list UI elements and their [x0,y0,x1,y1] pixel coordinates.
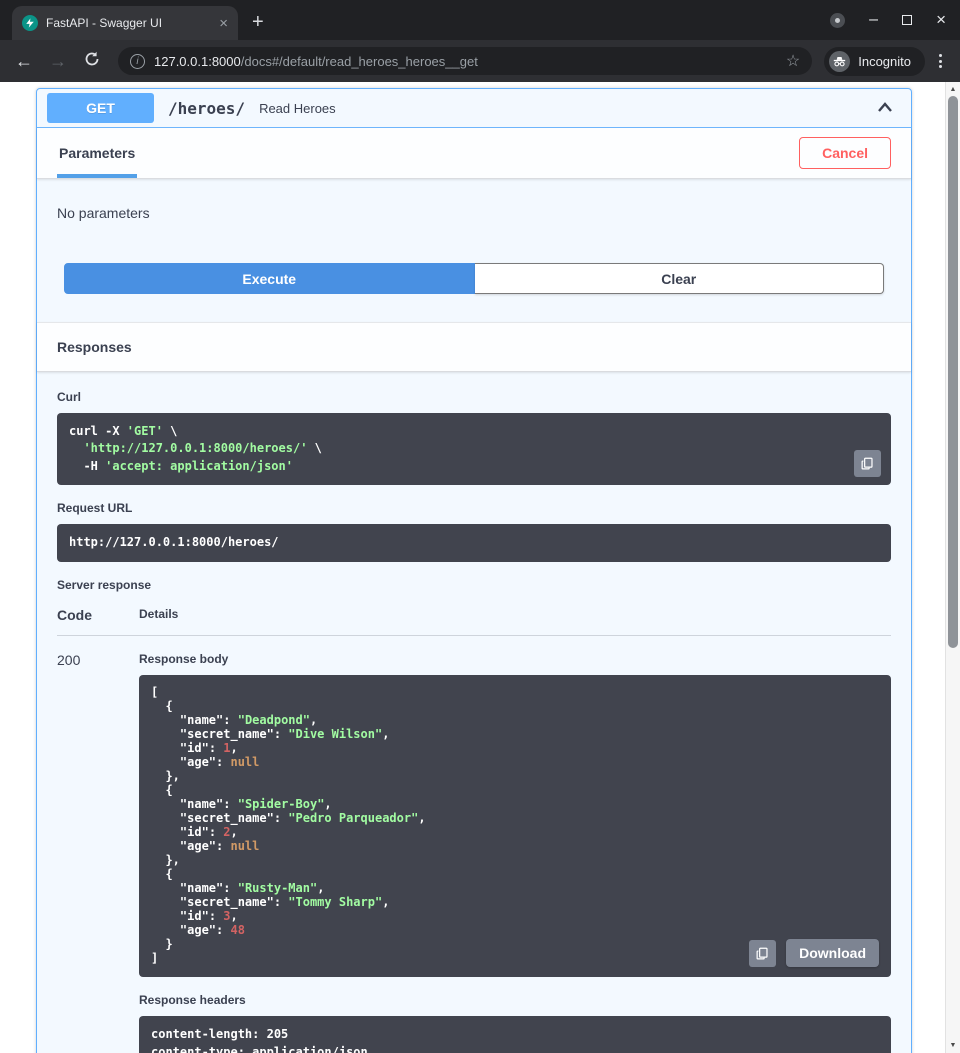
page-scrollbar[interactable]: ▲ ▼ [945,82,960,1053]
browser-tab[interactable]: FastAPI - Swagger UI × [12,6,238,40]
endpoint-summary: Read Heroes [259,101,855,116]
code-column-header: Code [57,607,139,623]
reload-icon[interactable] [78,51,106,72]
site-info-icon[interactable]: i [130,54,145,69]
forward-icon[interactable]: → [44,51,72,72]
tab-close-icon[interactable]: × [219,16,228,31]
address-bar[interactable]: i 127.0.0.1:8000/docs#/default/read_hero… [118,47,812,75]
status-code: 200 [57,652,139,1053]
responses-title: Responses [57,339,132,355]
method-badge: GET [47,93,154,123]
request-url-label: Request URL [57,501,891,515]
responses-table-header: Code Details [57,601,891,636]
url-host: 127.0.0.1:8000 [154,54,241,69]
curl-label: Curl [57,390,891,404]
fastapi-favicon-icon [22,15,38,31]
collapse-chevron-icon[interactable] [869,98,901,118]
clear-button[interactable]: Clear [475,263,885,294]
download-button[interactable]: Download [786,939,879,967]
window-controls: – × [830,0,946,40]
browser-menu-icon[interactable] [931,54,950,68]
responses-body: Curl curl -X 'GET' \ 'http://127.0.0.1:8… [37,372,911,1053]
parameters-title: Parameters [57,128,137,178]
opblock-summary[interactable]: GET /heroes/ Read Heroes [37,89,911,128]
response-body-actions: Download [749,939,879,967]
responses-table: Code Details 200 Response body [ { "name… [57,601,891,1053]
minimize-button[interactable]: – [869,11,878,29]
copy-response-button[interactable] [749,940,776,967]
incognito-icon [829,51,850,72]
curl-block: curl -X 'GET' \ 'http://127.0.0.1:8000/h… [57,413,891,485]
new-tab-button[interactable]: + [252,12,264,32]
details-column-header: Details [139,607,891,623]
curl-code-text: curl -X 'GET' \ 'http://127.0.0.1:8000/h… [69,423,879,475]
parameters-header: Parameters Cancel [37,128,911,179]
media-controls-icon[interactable] [830,13,845,28]
request-url-text: http://127.0.0.1:8000/heroes/ [69,534,879,551]
url-path: /docs#/default/read_heroes_heroes__get [241,54,478,69]
response-body-label: Response body [139,652,891,666]
endpoint-path: /heroes/ [168,99,245,118]
copy-curl-button[interactable] [854,450,881,477]
response-headers-text: content-length: 205 content-type: applic… [151,1026,879,1053]
window-close-button[interactable]: × [936,10,946,30]
incognito-label: Incognito [858,54,911,69]
opblock-get-heroes: GET /heroes/ Read Heroes Parameters Canc… [36,88,912,1053]
response-body-block: [ { "name": "Deadpond", "secret_name": "… [139,675,891,978]
scrollbar-down-icon[interactable]: ▼ [946,1038,960,1053]
responses-header: Responses [37,322,911,372]
response-headers-block: content-length: 205 content-type: applic… [139,1016,891,1053]
response-row-200: 200 Response body [ { "name": "Deadpond"… [57,636,891,1053]
maximize-button[interactable] [902,15,912,25]
cancel-button[interactable]: Cancel [799,137,891,169]
browser-toolbar: ← → i 127.0.0.1:8000/docs#/default/read_… [0,40,960,82]
url-text: 127.0.0.1:8000/docs#/default/read_heroes… [154,54,777,69]
response-body-text: [ { "name": "Deadpond", "secret_name": "… [151,685,879,966]
scrollbar-thumb[interactable] [948,96,958,648]
no-parameters-text: No parameters [57,205,150,221]
tab-title: FastAPI - Swagger UI [46,16,211,30]
incognito-badge: Incognito [824,47,925,76]
execute-row: Execute Clear [37,263,911,322]
swagger-page: GET /heroes/ Read Heroes Parameters Canc… [0,82,945,1053]
back-icon[interactable]: ← [10,51,38,72]
parameters-body: No parameters [37,179,911,263]
scrollbar-up-icon[interactable]: ▲ [946,82,960,97]
request-url-block: http://127.0.0.1:8000/heroes/ [57,524,891,561]
browser-titlebar: FastAPI - Swagger UI × + – × [0,0,960,40]
response-headers-label: Response headers [139,993,891,1007]
server-response-label: Server response [57,578,891,592]
bookmark-star-icon[interactable]: ☆ [786,51,800,71]
execute-button[interactable]: Execute [64,263,475,294]
